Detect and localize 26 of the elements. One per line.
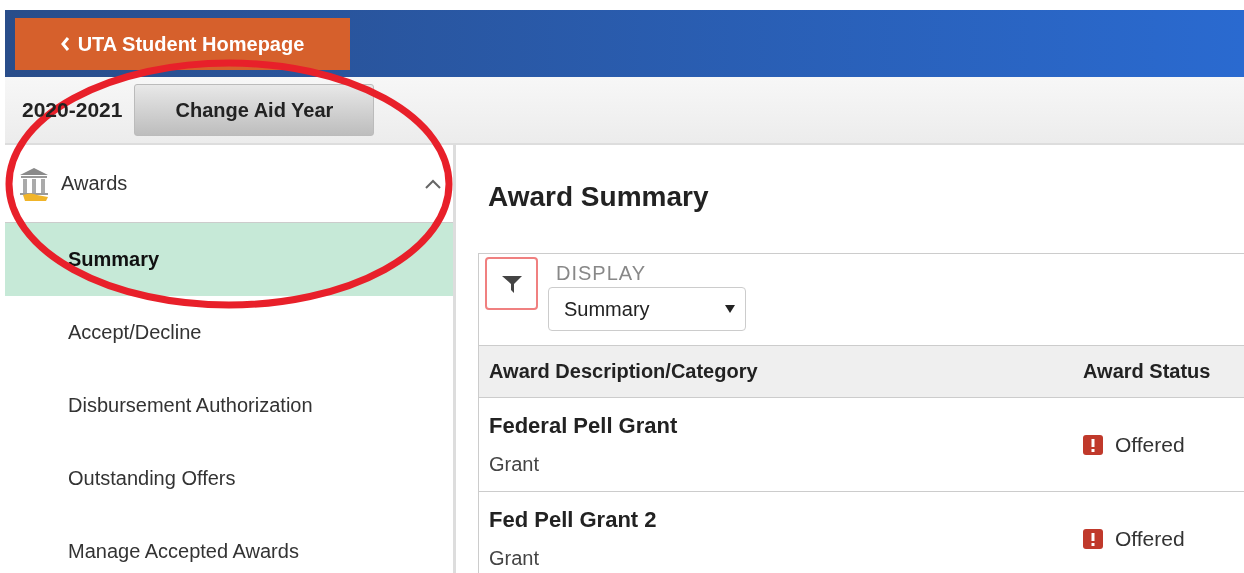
sidebar-item[interactable]: Accept/Decline [5, 296, 453, 369]
display-select[interactable]: Summary [548, 287, 746, 331]
alert-icon [1083, 434, 1103, 455]
section-label: Awards [61, 172, 129, 195]
sidebar-item[interactable]: Outstanding Offers [5, 442, 453, 515]
chevron-left-icon [60, 37, 70, 51]
back-button[interactable]: UTA Student Homepage [15, 18, 350, 70]
alert-icon [1083, 528, 1103, 549]
award-category: Grant [489, 547, 541, 570]
column-header: Award Status [1083, 360, 1211, 383]
award-name: Federal Pell Grant [489, 413, 679, 439]
change-aid-year-button[interactable]: Change Aid Year [134, 84, 375, 136]
sidebar-item[interactable]: Summary [5, 223, 453, 296]
bank-icon [17, 165, 51, 202]
column-header: Award Description/Category [488, 360, 759, 383]
sidebar-item[interactable]: Manage Accepted Awards [5, 515, 453, 573]
caret-down-icon [725, 305, 735, 313]
page-title: Award Summary [488, 181, 710, 214]
sidebar-item[interactable]: Disbursement Authorization [5, 369, 453, 442]
award-status: Offered [1115, 432, 1185, 457]
award-category: Grant [489, 453, 541, 476]
award-status: Offered [1115, 526, 1185, 551]
caret-up-icon[interactable] [425, 178, 441, 189]
display-label: DISPLAY [556, 262, 647, 285]
award-name: Fed Pell Grant 2 [489, 507, 658, 533]
filter-button[interactable] [485, 257, 538, 310]
